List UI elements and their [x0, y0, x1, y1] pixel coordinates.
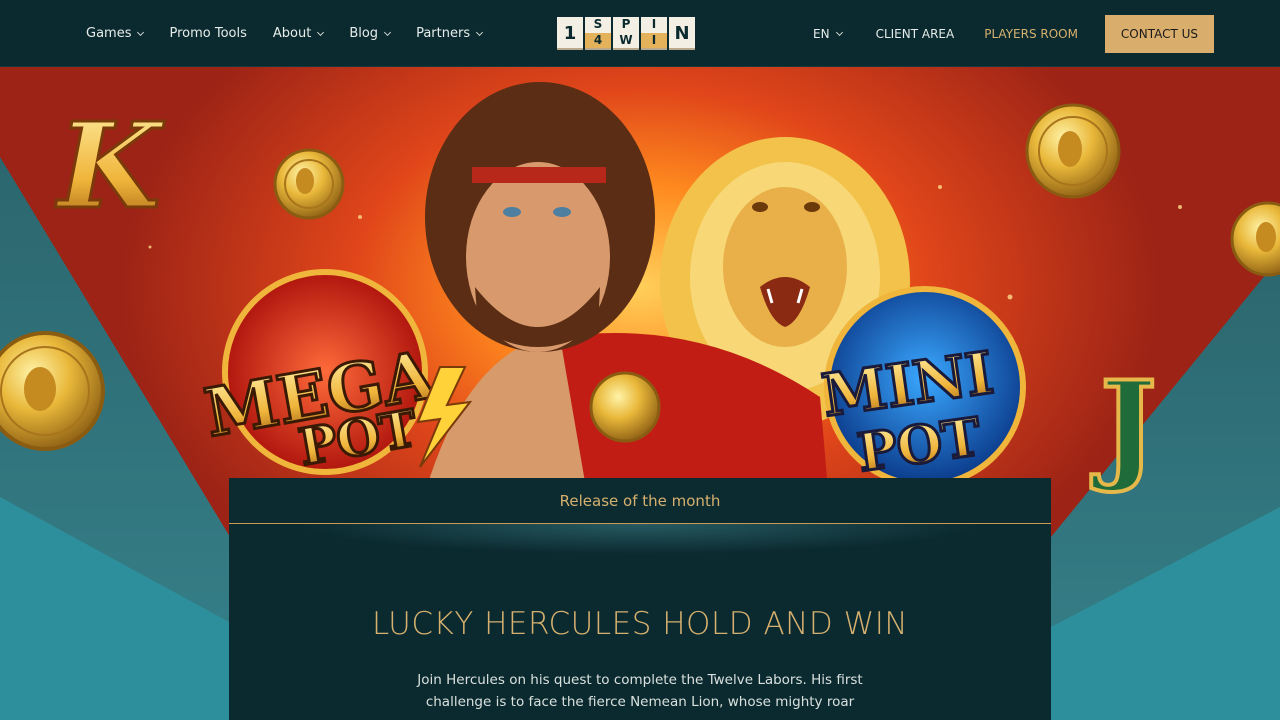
release-of-month-panel: Release of the month LUCKY HERCULES HOLD… [229, 478, 1051, 720]
panel-glow [229, 524, 1051, 564]
symbol-j-icon: J [1089, 353, 1159, 498]
chevron-down-icon [384, 28, 392, 36]
nav-promo-tools[interactable]: Promo Tools [169, 26, 246, 41]
gold-coin-icon [273, 148, 345, 220]
chevron-down-icon [835, 28, 843, 36]
nav-partners-label: Partners [416, 26, 471, 41]
logo-tile: N [669, 17, 695, 48]
logo-tile: 1 [557, 17, 583, 48]
game-title: LUCKY HERCULES HOLD AND WIN [371, 606, 909, 642]
svg-text:J: J [1091, 355, 1157, 496]
game-description: Join Hercules on his quest to complete t… [417, 672, 863, 710]
logo-tile: P W [613, 17, 639, 48]
contact-us-button[interactable]: CONTACT US [1104, 14, 1214, 53]
nav-partners[interactable]: Partners [416, 26, 484, 41]
chevron-down-icon [137, 28, 145, 36]
chevron-down-icon [476, 28, 484, 36]
nav-games-label: Games [86, 26, 132, 41]
chevron-down-icon [317, 28, 325, 36]
nav-games[interactable]: Games [86, 26, 145, 41]
nav-about[interactable]: About [272, 26, 325, 41]
language-label: EN [813, 26, 830, 41]
symbol-k-icon: K [54, 95, 167, 237]
gold-coin-icon [1230, 201, 1280, 277]
header-actions: EN CLIENT AREA PLAYERS ROOM CONTACT US [813, 0, 1214, 67]
mega-pot-badge: MEGA POT [198, 269, 473, 478]
site-header: Games Promo Tools About Blog Partners 1 … [0, 0, 1280, 67]
gold-coin-icon [1025, 103, 1121, 199]
players-room-link[interactable]: PLAYERS ROOM [984, 27, 1078, 41]
logo-tile: S 4 [585, 17, 611, 48]
release-heading: Release of the month [229, 478, 1051, 524]
language-selector[interactable]: EN [813, 26, 843, 41]
nav-about-label: About [272, 26, 312, 41]
site-logo[interactable]: 1 S 4 P W I I N [557, 17, 695, 50]
logo-tile: I I [641, 17, 667, 48]
main-nav: Games Promo Tools About Blog Partners [86, 0, 508, 67]
nav-blog-label: Blog [349, 26, 379, 41]
gold-coin-icon [0, 331, 105, 451]
nav-promo-tools-label: Promo Tools [169, 26, 247, 41]
svg-text:K: K [55, 96, 165, 235]
nav-blog[interactable]: Blog [349, 26, 392, 41]
client-area-link[interactable]: CLIENT AREA [876, 27, 955, 41]
